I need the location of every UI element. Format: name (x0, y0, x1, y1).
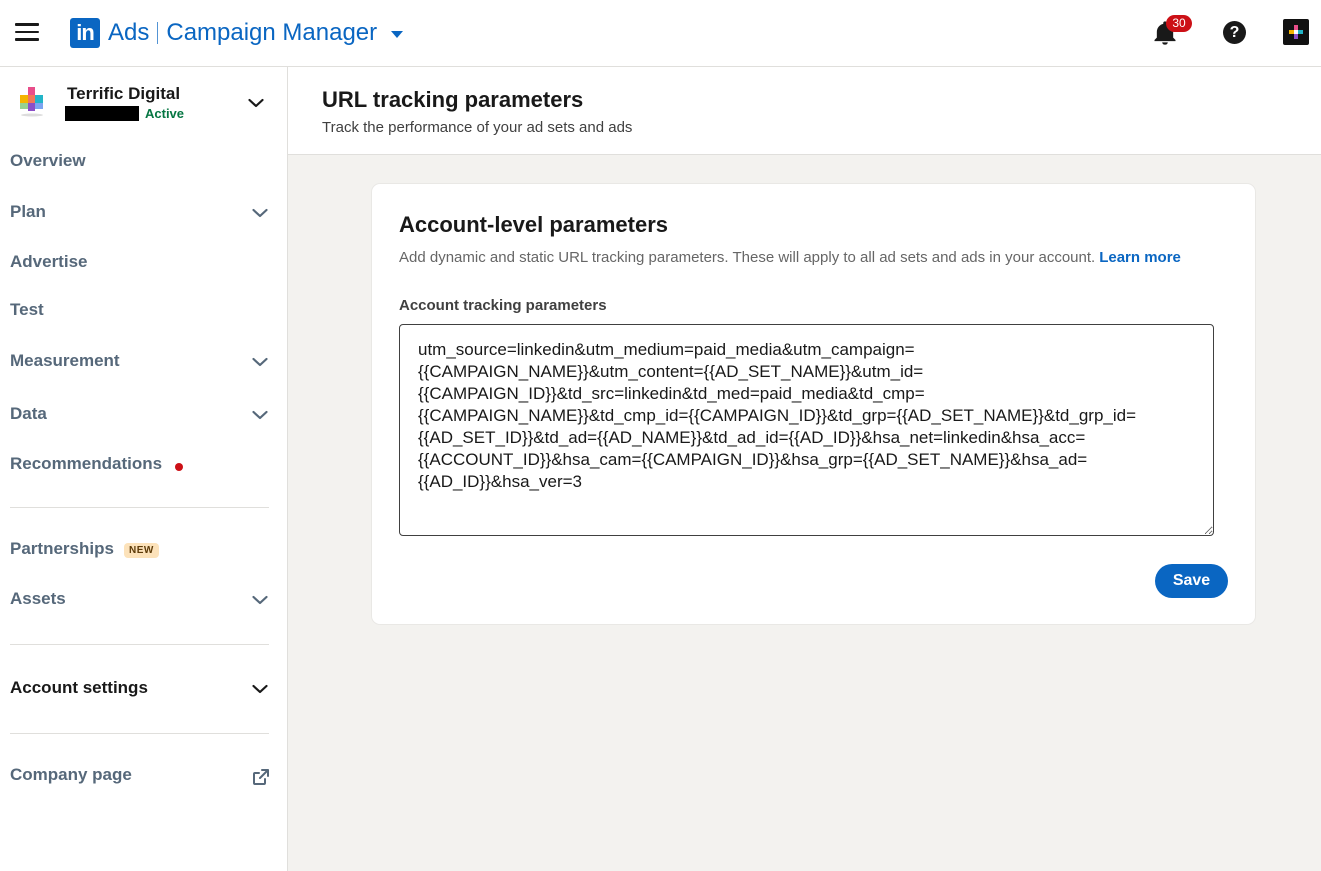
product-name: Ads (108, 19, 150, 46)
sidebar-item-assets[interactable]: Assets (0, 580, 287, 620)
account-status: Active (145, 106, 185, 121)
page-header: URL tracking parameters Track the perfor… (288, 67, 1321, 155)
sidebar-item-label: Data (10, 404, 47, 423)
sidebar-item-test[interactable]: Test (0, 291, 287, 331)
notification-count-badge: 30 (1166, 15, 1192, 32)
sidebar: Terrific Digital Active Overview Plan Ad… (0, 67, 288, 871)
card-title: Account-level parameters (399, 212, 668, 237)
chevron-down-icon (248, 98, 264, 108)
sidebar-divider (10, 507, 269, 508)
account-name: Terrific Digital (67, 84, 181, 103)
chevron-down-icon (252, 208, 268, 218)
chevron-down-icon (252, 684, 268, 694)
sidebar-item-company-page[interactable]: Company page (0, 756, 287, 796)
field-label: Account tracking parameters (399, 297, 607, 314)
page-subtitle: Track the performance of your ad sets an… (322, 119, 633, 136)
sidebar-item-account-settings[interactable]: Account settings (0, 669, 287, 709)
sidebar-item-partnerships[interactable]: Partnerships NEW (0, 530, 287, 570)
sidebar-item-label: Partnerships (10, 539, 114, 558)
chevron-down-icon (252, 357, 268, 367)
sidebar-item-label: Account settings (10, 678, 148, 697)
account-parameters-card: Account-level parameters Add dynamic and… (372, 184, 1255, 624)
sidebar-item-label: Recommendations (10, 454, 163, 473)
new-badge: NEW (124, 543, 159, 558)
app-switcher[interactable]: Ads Campaign Manager (108, 19, 404, 47)
sidebar-item-label: Plan (10, 202, 46, 221)
sidebar-divider (10, 733, 269, 734)
top-bar: in Ads Campaign Manager 30 ? (0, 0, 1321, 67)
account-avatar[interactable] (1283, 19, 1309, 45)
external-link-icon (253, 769, 269, 785)
sidebar-item-label: Test (10, 300, 44, 319)
sidebar-item-measurement[interactable]: Measurement (0, 342, 287, 382)
hamburger-menu-icon[interactable] (15, 23, 39, 43)
sidebar-item-recommendations[interactable]: Recommendations (0, 445, 287, 485)
sidebar-item-data[interactable]: Data (0, 395, 287, 435)
caret-down-icon (391, 31, 404, 38)
card-description: Add dynamic and static URL tracking para… (399, 249, 1181, 266)
sidebar-item-plan[interactable]: Plan (0, 193, 287, 233)
main-content: URL tracking parameters Track the perfor… (288, 67, 1321, 871)
sidebar-item-overview[interactable]: Overview (0, 142, 287, 182)
sidebar-item-advertise[interactable]: Advertise (0, 243, 287, 283)
tracking-parameters-textarea[interactable]: utm_source=linkedin&utm_medium=paid_medi… (399, 324, 1214, 536)
brand-divider (157, 22, 159, 44)
sidebar-item-label: Company page (10, 765, 132, 784)
chevron-down-icon (252, 410, 268, 420)
sidebar-item-label: Measurement (10, 351, 120, 370)
chevron-down-icon (252, 595, 268, 605)
account-logo-icon (19, 87, 45, 117)
description-text: Add dynamic and static URL tracking para… (399, 249, 1096, 266)
sidebar-divider (10, 644, 269, 645)
notification-dot (175, 463, 183, 471)
sidebar-item-label: Overview (10, 151, 86, 170)
account-switcher[interactable]: Terrific Digital Active (0, 67, 287, 139)
save-button[interactable]: Save (1155, 564, 1228, 598)
app-name: Campaign Manager (166, 19, 378, 46)
help-icon[interactable]: ? (1223, 21, 1246, 44)
sidebar-item-label: Advertise (10, 252, 88, 271)
linkedin-logo[interactable]: in (70, 18, 100, 48)
learn-more-link[interactable]: Learn more (1099, 249, 1181, 266)
sidebar-item-label: Assets (10, 589, 66, 608)
page-title: URL tracking parameters (322, 87, 584, 112)
redacted-account-id (65, 106, 139, 121)
